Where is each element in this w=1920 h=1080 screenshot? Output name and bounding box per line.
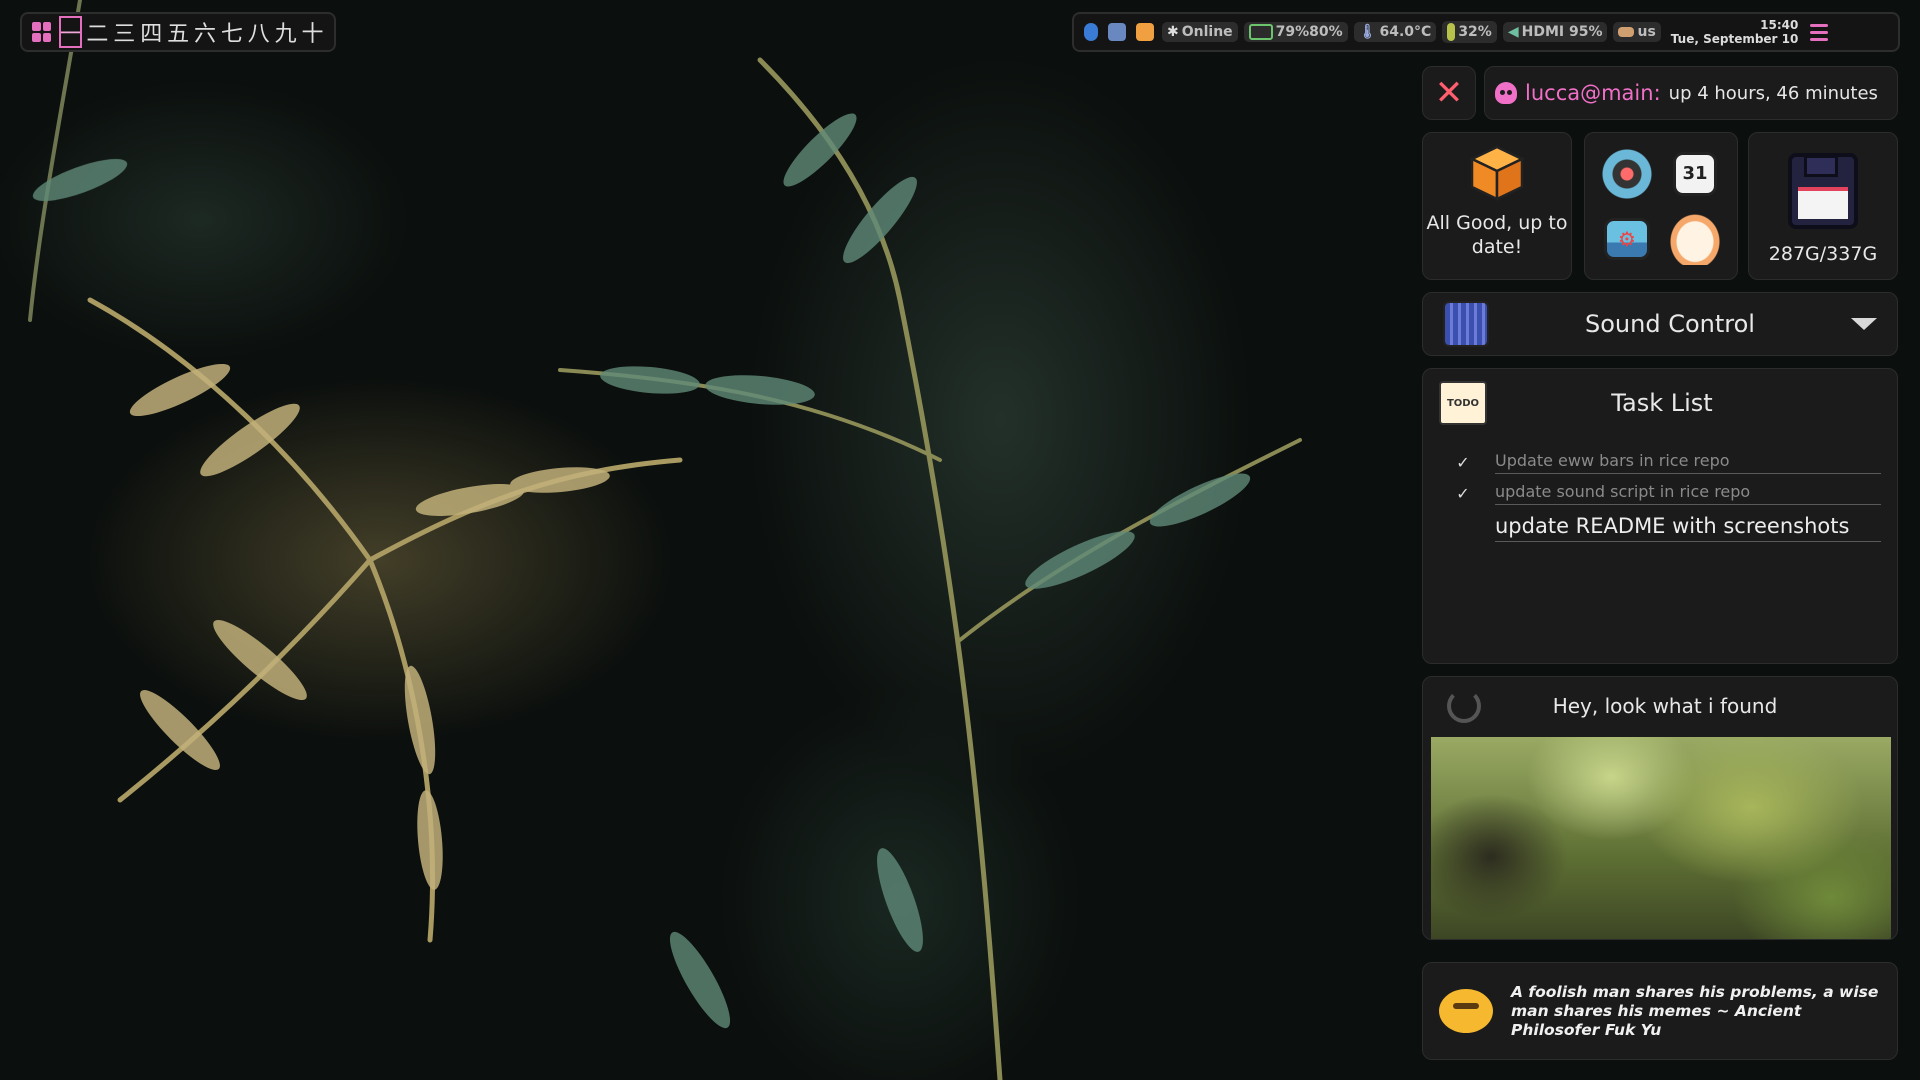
forest-photo bbox=[1431, 737, 1891, 939]
hamburger-menu-icon[interactable] bbox=[1810, 23, 1829, 41]
workspace-2[interactable]: 二 bbox=[86, 16, 109, 48]
workspace-3[interactable]: 三 bbox=[113, 16, 136, 48]
settings-icon[interactable]: ⚙ bbox=[1604, 217, 1650, 260]
battery-value: 79%80% bbox=[1275, 24, 1343, 40]
chevron-down-icon[interactable] bbox=[1851, 318, 1877, 330]
keyboard-icon bbox=[1618, 27, 1635, 37]
bluetooth-icon bbox=[1084, 23, 1098, 41]
network-status: Online bbox=[1181, 24, 1233, 40]
keyboard-layout: us bbox=[1637, 24, 1656, 40]
task-item[interactable]: ✓ Update eww bars in rice repo bbox=[1439, 447, 1881, 478]
app-launcher-grid: 31 ⚙ bbox=[1584, 132, 1738, 280]
task-text: update sound script in rice repo bbox=[1495, 482, 1881, 505]
network-module[interactable]: ✱ Online bbox=[1162, 22, 1238, 42]
updates-status: All Good, up to date! bbox=[1426, 212, 1568, 258]
cpu-value: 32% bbox=[1458, 24, 1492, 40]
task-item[interactable]: update README with screenshots bbox=[1439, 509, 1881, 547]
sound-control[interactable]: Sound Control bbox=[1422, 292, 1898, 356]
checkmark-icon[interactable]: ✓ bbox=[1449, 484, 1477, 503]
thinking-emoji-icon bbox=[1439, 989, 1493, 1033]
temperature-module[interactable]: 🌡 64.0°C bbox=[1353, 22, 1437, 42]
task-list-title: Task List bbox=[1611, 389, 1713, 417]
updates-widget[interactable]: All Good, up to date! bbox=[1422, 132, 1572, 280]
volume-value: HDMI 95% bbox=[1521, 24, 1603, 40]
clock-time: 15:40 bbox=[1760, 18, 1799, 32]
temperature-value: 64.0°C bbox=[1379, 24, 1432, 40]
workspace-9[interactable]: 九 bbox=[274, 16, 297, 48]
quote-text: A foolish man shares his problems, a wis… bbox=[1511, 982, 1879, 1039]
task-text: Update eww bars in rice repo bbox=[1495, 451, 1881, 474]
speaker-icon: ◀ bbox=[1507, 24, 1519, 40]
disk-usage: 287G/337G bbox=[1768, 243, 1878, 265]
refresh-icon[interactable] bbox=[1447, 689, 1481, 723]
cat-icon[interactable] bbox=[1669, 212, 1721, 265]
clock[interactable]: 15:40 Tue, September 10 bbox=[1671, 18, 1799, 46]
task-item[interactable]: ✓ update sound script in rice repo bbox=[1439, 478, 1881, 509]
bluetooth-module[interactable] bbox=[1082, 23, 1100, 41]
photo-widget-title: Hey, look what i found bbox=[1552, 694, 1778, 718]
cpu-icon bbox=[1447, 23, 1456, 41]
random-photo-widget: Hey, look what i found bbox=[1422, 676, 1898, 940]
workspace-6[interactable]: 六 bbox=[194, 16, 217, 48]
skull-icon bbox=[1495, 82, 1517, 104]
sound-control-title: Sound Control bbox=[1585, 310, 1755, 338]
user-uptime: lucca@main: up 4 hours, 46 minutes bbox=[1484, 66, 1898, 120]
cpu-module[interactable]: 32% bbox=[1442, 21, 1497, 43]
thermometer-icon: 🌡 bbox=[1358, 24, 1377, 40]
monitor-icon bbox=[1108, 23, 1126, 41]
keyboard-module[interactable]: us bbox=[1613, 22, 1661, 42]
notes-icon bbox=[1136, 23, 1154, 41]
battery-icon bbox=[1248, 24, 1273, 40]
close-icon: ✕ bbox=[1434, 73, 1464, 113]
disk-widget[interactable]: 287G/337G bbox=[1748, 132, 1898, 280]
notes-module[interactable] bbox=[1134, 23, 1156, 41]
checkmark-icon[interactable]: ✓ bbox=[1449, 453, 1477, 472]
workspace-1[interactable]: 一 bbox=[59, 16, 82, 48]
calendar-icon[interactable]: 31 bbox=[1673, 151, 1717, 196]
workspace-7[interactable]: 七 bbox=[220, 16, 243, 48]
package-box-icon bbox=[1469, 145, 1525, 201]
task-text: update README with screenshots bbox=[1495, 514, 1881, 542]
mixer-icon bbox=[1443, 301, 1489, 347]
quote-widget: A foolish man shares his problems, a wis… bbox=[1422, 962, 1898, 1060]
network-icon: ✱ bbox=[1167, 24, 1179, 40]
volume-module[interactable]: ◀ HDMI 95% bbox=[1502, 22, 1608, 42]
task-list: ✓ Update eww bars in rice repo ✓ update … bbox=[1439, 447, 1881, 547]
grid-icon[interactable] bbox=[32, 22, 52, 42]
battery-module[interactable]: 79%80% bbox=[1243, 22, 1348, 42]
workspace-5[interactable]: 五 bbox=[167, 16, 190, 48]
floppy-disk-icon bbox=[1788, 153, 1858, 229]
uptime-text: up 4 hours, 46 minutes bbox=[1668, 82, 1878, 104]
task-list-widget: TODO Task List ✓ Update eww bars in rice… bbox=[1422, 368, 1898, 664]
status-bar: ✱ Online 79%80% 🌡 64.0°C 32% ◀ HDMI 95% … bbox=[1072, 12, 1900, 52]
close-button[interactable]: ✕ bbox=[1422, 66, 1476, 120]
workspace-4[interactable]: 四 bbox=[140, 16, 163, 48]
user-name: lucca@main: bbox=[1525, 81, 1661, 105]
workspace-10[interactable]: 十 bbox=[301, 16, 324, 48]
workspace-switcher: 一 二 三 四 五 六 七 八 九 十 bbox=[20, 12, 336, 52]
clock-date: Tue, September 10 bbox=[1670, 32, 1799, 46]
music-player-icon[interactable] bbox=[1601, 147, 1653, 200]
todo-note-icon: TODO bbox=[1439, 381, 1487, 425]
display-module[interactable] bbox=[1106, 23, 1128, 41]
workspace-8[interactable]: 八 bbox=[247, 16, 270, 48]
